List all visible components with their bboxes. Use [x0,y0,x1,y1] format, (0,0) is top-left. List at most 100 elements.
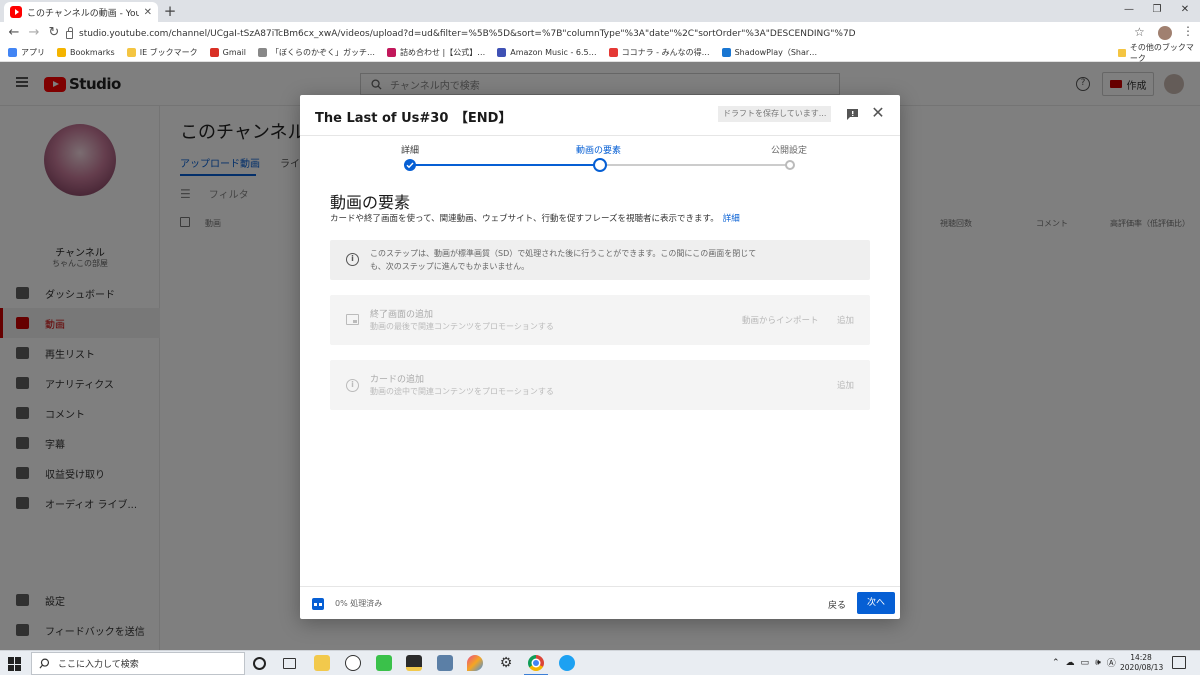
bookmark-star-icon[interactable]: ☆ [1134,25,1145,39]
bookmark-item[interactable]: Gmail [209,48,247,57]
step-done-check-icon[interactable] [404,159,416,171]
bookmark-item[interactable]: ココナラ - みんなの得… [608,47,710,58]
step-label-video-elements[interactable]: 動画の要素 [576,143,621,156]
draft-status-badge: ドラフトを保存しています... [718,106,832,122]
browser-menu-icon[interactable]: ⋮ [1182,24,1194,38]
learn-more-link[interactable]: 詳細 [723,214,740,224]
task-view-icon[interactable] [283,658,296,669]
twitter-icon[interactable] [559,655,575,671]
info-notice: i このステップは、動画が標準画質（SD）で処理された後に行うことができます。こ… [330,240,870,280]
cloud-icon[interactable]: ☁ [1066,658,1075,668]
end-screen-subtitle: 動画の最後で関連コンテンツをプロモーションする [370,322,554,331]
file-explorer-icon[interactable] [314,655,330,671]
bookmark-item[interactable]: ShadowPlay（Shar… [721,47,818,58]
cortana-icon[interactable] [253,657,266,670]
taskbar-clock[interactable]: 14:28 2020/08/13 [1120,653,1164,673]
address-bar[interactable]: studio.youtube.com/channel/UCgaI-tSzA87i… [66,25,1152,42]
bookmark-label: ココナラ - みんなの得… [621,48,710,57]
bookmark-label: Amazon Music - 6.5… [510,48,597,57]
chevron-up-icon[interactable]: ⌃ [1052,658,1060,668]
cards-title: カードの追加 [370,375,425,385]
taskbar-search-input[interactable]: ここに入力して検索 [31,652,245,675]
notifications-icon[interactable] [1172,656,1186,669]
step-current-dot[interactable] [593,158,607,172]
card-info-icon: i [346,379,359,392]
upload-dialog: The Last of Us#30 【END】 ドラフトを保存しています... … [300,95,900,619]
paint-icon[interactable] [467,655,483,671]
system-tray: ⌃ ☁ ▭ 🕪 Ⓐ [1052,656,1116,670]
section-description: カードや終了画面を使って、関連動画、ウェブサイト、行動を促すフレーズを視聴者に表… [330,212,740,224]
import-from-video-button[interactable]: 動画からインポート [742,314,819,326]
clock-time: 14:28 [1130,653,1152,662]
processing-icon [312,598,324,610]
end-screen-panel: 終了画面の追加 動画の最後で関連コンテンツをプロモーションする 動画からインポー… [330,295,870,345]
step-label-details[interactable]: 詳細 [401,143,419,156]
folder-icon [1118,49,1126,57]
stepper-progress-line [410,164,598,166]
youtube-favicon-icon [10,6,22,18]
bookmark-favicon-icon [497,48,507,57]
photos-icon[interactable] [437,655,453,671]
other-bookmarks[interactable]: その他のブックマーク [1118,43,1200,63]
browser-tab-strip: このチャンネルの動画 - YouTube Studio ✕ + — ❐ ✕ [0,0,1200,22]
cards-panel: i カードの追加 動画の途中で関連コンテンツをプロモーションする 追加 [330,360,870,410]
forward-arrow-icon[interactable]: → [26,25,42,41]
add-end-screen-button[interactable]: 追加 [837,314,854,326]
ime-icon[interactable]: Ⓐ [1107,656,1116,669]
windows-start-icon[interactable] [8,657,22,671]
new-tab-button[interactable]: + [162,2,178,20]
volume-icon[interactable]: 🕪 [1095,658,1101,668]
bookmark-label: Bookmarks [70,48,115,57]
close-tab-icon[interactable]: ✕ [144,7,152,18]
bookmark-item[interactable]: アプリ [8,47,45,58]
bookmark-favicon-icon [8,48,17,57]
minimize-window-button[interactable]: — [1114,0,1144,22]
chrome-icon[interactable] [528,655,544,671]
bookmark-item[interactable]: 詰め合わせ |【公式】… [387,47,485,58]
back-arrow-icon[interactable]: ← [6,25,22,41]
bookmark-favicon-icon [209,48,219,57]
step-label-visibility[interactable]: 公開設定 [771,143,807,156]
bookmark-label: 詰め合わせ |【公式】… [400,48,486,57]
network-icon[interactable]: ▭ [1081,658,1090,668]
next-button[interactable]: 次へ [857,592,895,614]
dialog-title: The Last of Us#30 【END】 [315,111,512,126]
bookmark-item[interactable]: 「ぼくらのかぞく」ガッチ… [258,47,375,58]
windows-taskbar: ここに入力して検索 ⚙ ⌃ ☁ ▭ 🕪 Ⓐ 14:28 2020/08/13 [0,650,1200,675]
back-button[interactable]: 戻る [828,598,846,611]
clock-date: 2020/08/13 [1120,663,1164,672]
profile-avatar[interactable] [1158,26,1172,40]
section-title: 動画の要素 [330,193,411,212]
bookmark-label: アプリ [21,48,45,57]
bookmark-favicon-icon [387,48,397,57]
reload-icon[interactable]: ↻ [46,25,62,41]
bookmark-favicon-icon [608,48,618,57]
step-todo-dot[interactable] [785,160,795,170]
maximize-window-button[interactable]: ❐ [1142,0,1172,22]
bookmark-label: Gmail [222,48,247,57]
search-icon [39,658,50,669]
bookmark-item[interactable]: Bookmarks [57,48,115,57]
feedback-button[interactable] [846,108,859,121]
close-dialog-button[interactable]: ✕ [870,105,886,121]
bookmark-label: ShadowPlay（Shar… [734,48,818,57]
cards-subtitle: 動画の途中で関連コンテンツをプロモーションする [370,387,554,396]
bookmark-item[interactable]: IE ブックマーク [126,47,198,58]
settings-gear-icon[interactable]: ⚙ [498,655,514,671]
bookmark-favicon-icon [721,48,731,57]
end-screen-title: 終了画面の追加 [370,310,434,320]
bookmark-label: IE ブックマーク [139,48,198,57]
browser-tab[interactable]: このチャンネルの動画 - YouTube Studio ✕ [4,2,158,22]
bookmark-label: 「ぼくらのかぞく」ガッチ… [271,48,376,57]
address-bar-url: studio.youtube.com/channel/UCgaI-tSzA87i… [79,28,856,39]
close-window-button[interactable]: ✕ [1170,0,1200,22]
section-description-text: カードや終了画面を使って、関連動画、ウェブサイト、行動を促すフレーズを視聴者に表… [330,214,719,224]
bookmark-item[interactable]: Amazon Music - 6.5… [497,48,597,57]
line-icon[interactable] [376,655,392,671]
lock-icon [66,26,73,39]
sticky-notes-icon[interactable] [406,655,422,671]
add-card-button[interactable]: 追加 [837,379,854,391]
app-icon[interactable] [345,655,361,671]
stepper-remaining-line [606,164,786,166]
bookmark-favicon-icon [126,48,136,57]
